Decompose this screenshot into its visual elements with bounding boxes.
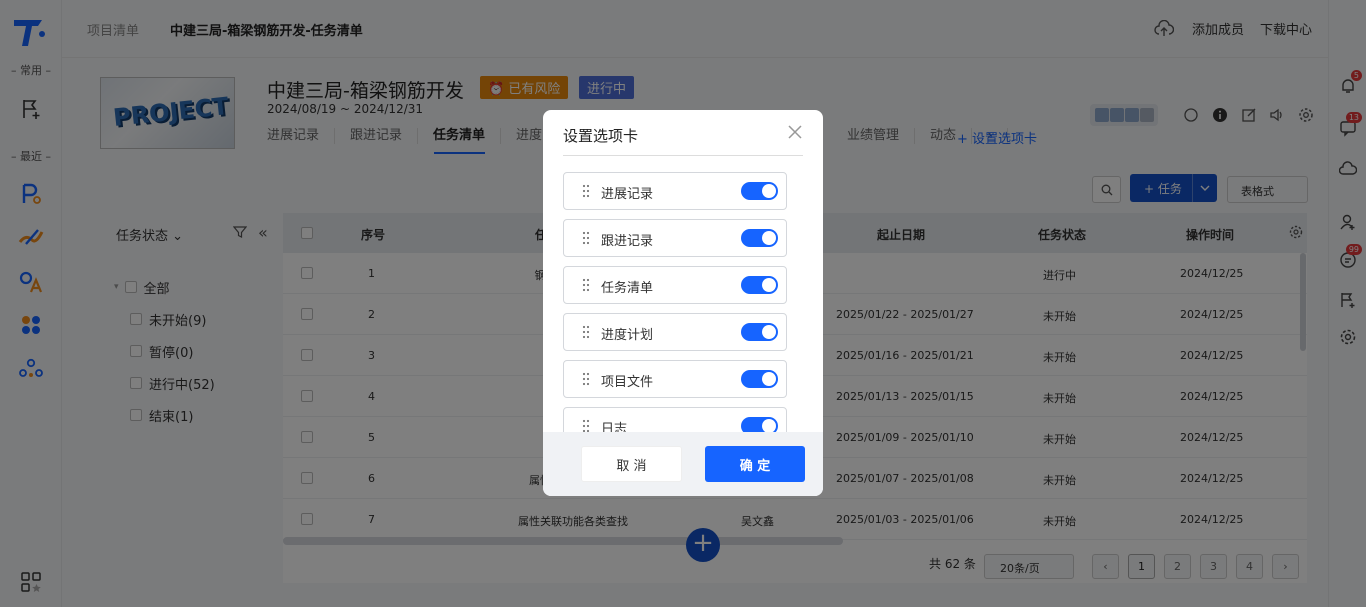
tab-option-label: 进度计划 (601, 328, 654, 343)
drag-handle-icon[interactable] (582, 278, 590, 292)
dialog-title: 设置选项卡 (563, 127, 639, 145)
drag-handle-icon[interactable] (582, 184, 590, 198)
tab-option-label: 跟进记录 (601, 234, 654, 249)
toggle-knob (762, 325, 776, 339)
tab-settings-dialog: 设置选项卡 进展记录跟进记录任务清单进度计划项目文件日志 取 消 确 定 (543, 110, 823, 496)
drag-handle-icon[interactable] (582, 231, 590, 245)
tab-option-item[interactable]: 项目文件 (563, 360, 787, 398)
toggle-knob (762, 419, 776, 432)
tab-option-item[interactable]: 任务清单 (563, 266, 787, 304)
visibility-toggle[interactable] (741, 417, 778, 432)
visibility-toggle[interactable] (741, 323, 778, 341)
tab-option-item[interactable]: 进度计划 (563, 313, 787, 351)
toggle-knob (762, 231, 776, 245)
toggle-knob (762, 278, 776, 292)
visibility-toggle[interactable] (741, 229, 778, 247)
toggle-knob (762, 184, 776, 198)
confirm-button[interactable]: 确 定 (705, 446, 805, 482)
cancel-button[interactable]: 取 消 (581, 446, 682, 482)
close-icon[interactable] (785, 122, 805, 142)
tab-option-label: 日志 (601, 422, 628, 432)
visibility-toggle[interactable] (741, 182, 778, 200)
tab-option-label: 项目文件 (601, 375, 654, 390)
drag-handle-icon[interactable] (582, 372, 590, 386)
visibility-toggle[interactable] (741, 276, 778, 294)
tab-option-item[interactable]: 日志 (563, 407, 787, 432)
tab-option-label: 任务清单 (601, 281, 654, 296)
visibility-toggle[interactable] (741, 370, 778, 388)
drag-handle-icon[interactable] (582, 419, 590, 432)
tab-option-item[interactable]: 跟进记录 (563, 219, 787, 257)
tab-option-label: 进展记录 (601, 187, 654, 202)
toggle-knob (762, 372, 776, 386)
dialog-footer: 取 消 确 定 (543, 432, 823, 496)
tab-option-list: 进展记录跟进记录任务清单进度计划项目文件日志 (543, 170, 823, 432)
divider (563, 155, 803, 156)
drag-handle-icon[interactable] (582, 325, 590, 339)
tab-option-item[interactable]: 进展记录 (563, 172, 787, 210)
